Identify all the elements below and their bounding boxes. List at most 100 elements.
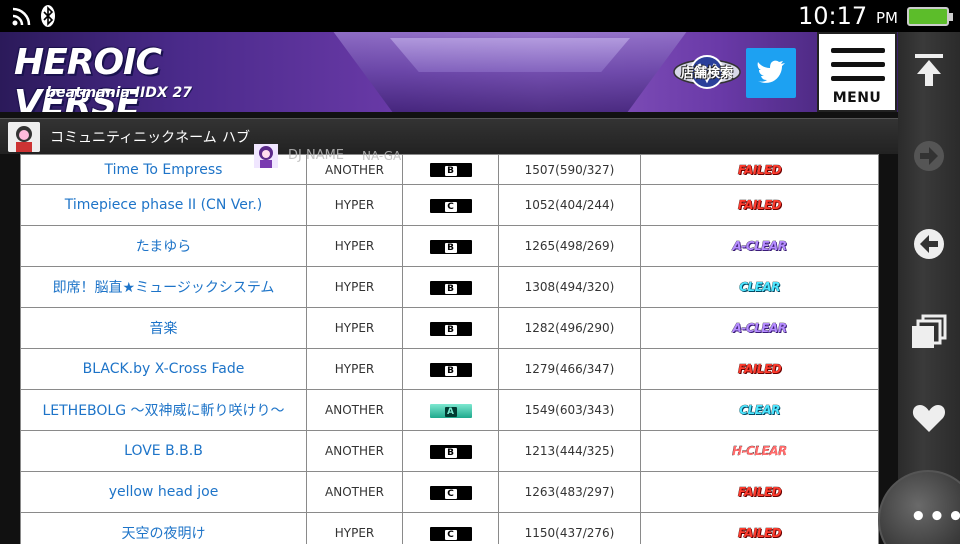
clock-time: 10:17	[798, 2, 868, 30]
character-avatar-icon	[8, 122, 40, 152]
browser-side-panel	[898, 32, 960, 544]
community-nickname-bar: コミュニティニックネーム ハブ	[0, 118, 898, 154]
score-cell: 1308(494/320)	[498, 266, 641, 308]
song-title-link[interactable]: yellow head joe	[20, 471, 307, 513]
song-title-link[interactable]: たまゆら	[20, 225, 307, 267]
logo-subtitle: beatmania IIDX 27	[46, 85, 192, 101]
difficulty-cell: ANOTHER	[306, 430, 403, 472]
community-nickname-value: ハブ	[222, 130, 250, 146]
record-row: LOVE B.B.B ANOTHER B 1213(444/325) H-CLEAR	[20, 430, 879, 472]
grade-badge: A	[429, 403, 472, 418]
grade-cell: B	[402, 348, 499, 390]
score-cell: 1052(404/244)	[498, 184, 641, 226]
clock-ampm: PM	[876, 9, 898, 27]
grade-letter: B	[444, 447, 457, 458]
more-options-icon: •••	[910, 502, 960, 532]
grade-letter: B	[444, 365, 457, 376]
clear-lamp-cell: CLEAR	[640, 389, 879, 431]
clear-lamp-cell: FAILED	[640, 348, 879, 390]
grade-badge: B	[429, 239, 472, 254]
tabs-icon[interactable]	[909, 312, 949, 352]
grade-badge: B	[429, 362, 472, 377]
dj-name-label: DJ NAME	[288, 148, 345, 163]
dj-name-value: NA-GA	[362, 149, 402, 163]
grade-badge: B	[429, 321, 472, 336]
song-title-link[interactable]: 音楽	[20, 307, 307, 349]
menu-button[interactable]: MENU	[817, 32, 897, 112]
clear-lamp-cell: FAILED	[640, 471, 879, 513]
song-title-link[interactable]: 即席！脳直★ミュージックシステム	[20, 266, 307, 308]
record-row: 音楽 HYPER B 1282(496/290) A-CLEAR	[20, 307, 879, 349]
song-title-link[interactable]: LOVE B.B.B	[20, 430, 307, 472]
grade-letter: B	[444, 283, 457, 294]
record-row: LETHEBOLG ～双神威に斬り咲けり～ ANOTHER A 1549(603/34…	[20, 389, 879, 431]
shop-search-button[interactable]: 店舗検索	[672, 50, 742, 94]
play-record-table: Time To Empress ANOTHER B 1507(590/327) FAIL…	[20, 154, 879, 544]
forward-icon[interactable]	[909, 136, 949, 176]
grade-badge: C	[429, 485, 472, 500]
clear-lamp-cell: A-CLEAR	[640, 225, 879, 267]
dj-avatar	[254, 144, 278, 168]
grade-letter: C	[444, 529, 457, 540]
clear-lamp-cell: FAILED	[640, 184, 879, 226]
clear-lamp-badge: CLEAR	[739, 403, 781, 418]
grade-cell: B	[402, 307, 499, 349]
grade-cell: A	[402, 389, 499, 431]
play-record-table-grid: Time To Empress ANOTHER B 1507(590/327) FAIL…	[20, 154, 879, 544]
grade-letter: B	[444, 166, 457, 176]
menu-bar-1	[831, 48, 885, 53]
record-row: BLACK.by X-Cross Fade HYPER B 1279(466/347)…	[20, 348, 879, 390]
vita-browser-screen: 10:17 PM HEROIC VERSE beatmania IIDX 27 …	[0, 0, 960, 544]
song-title-link[interactable]: LETHEBOLG ～双神威に斬り咲けり～	[20, 389, 307, 431]
twitter-button[interactable]	[746, 48, 796, 98]
difficulty-cell: HYPER	[306, 512, 403, 544]
grade-cell: B	[402, 266, 499, 308]
grade-letter: C	[444, 201, 457, 212]
song-title-link[interactable]: BLACK.by X-Cross Fade	[20, 348, 307, 390]
score-cell: 1282(496/290)	[498, 307, 641, 349]
grade-cell: B	[402, 430, 499, 472]
grade-letter: C	[444, 488, 457, 499]
clear-lamp-badge: FAILED	[737, 526, 782, 541]
difficulty-cell: HYPER	[306, 307, 403, 349]
grade-cell: B	[402, 225, 499, 267]
logo-title: HEROIC VERSE	[14, 42, 162, 112]
scroll-top-icon[interactable]	[909, 50, 949, 90]
back-icon[interactable]	[909, 224, 949, 264]
site-logo[interactable]: HEROIC VERSE beatmania IIDX 27	[14, 40, 246, 112]
battery-icon	[907, 7, 953, 26]
clear-lamp-badge: CLEAR	[739, 280, 781, 295]
grade-badge: C	[429, 198, 472, 213]
grade-badge: C	[429, 526, 472, 541]
score-cell: 1549(603/343)	[498, 389, 641, 431]
grade-cell: C	[402, 512, 499, 544]
score-cell: 1507(590/327)	[498, 154, 641, 185]
clear-lamp-badge: A-CLEAR	[732, 239, 787, 254]
wifi-icon	[12, 7, 31, 26]
menu-bar-2	[831, 62, 885, 67]
menu-bar-3	[831, 76, 885, 81]
difficulty-cell: HYPER	[306, 225, 403, 267]
clear-lamp-cell: H-CLEAR	[640, 430, 879, 472]
song-title-link[interactable]: Timepiece phase II (CN Ver.)	[20, 184, 307, 226]
clear-lamp-badge: FAILED	[737, 198, 782, 213]
difficulty-cell: HYPER	[306, 266, 403, 308]
grade-cell: B	[402, 154, 499, 185]
score-cell: 1265(498/269)	[498, 225, 641, 267]
grade-letter: A	[444, 406, 457, 417]
clear-lamp-cell: CLEAR	[640, 266, 879, 308]
community-avatar	[8, 122, 40, 152]
browser-viewport: HEROIC VERSE beatmania IIDX 27 店舗検索 MENU…	[0, 32, 898, 544]
grade-cell: C	[402, 471, 499, 513]
clear-lamp-cell: A-CLEAR	[640, 307, 879, 349]
song-title-link[interactable]: 天空の夜明け	[20, 512, 307, 544]
grade-cell: C	[402, 184, 499, 226]
clear-lamp-badge: FAILED	[737, 162, 782, 177]
clear-lamp-cell: FAILED	[640, 512, 879, 544]
record-row: Time To Empress ANOTHER B 1507(590/327) FAIL…	[20, 154, 879, 185]
bookmark-heart-icon[interactable]	[909, 398, 949, 438]
record-row: Timepiece phase II (CN Ver.) HYPER C 1052(4…	[20, 184, 879, 226]
clear-lamp-cell: FAILED	[640, 154, 879, 185]
dj-character-icon	[254, 144, 278, 168]
grade-badge: B	[429, 280, 472, 295]
